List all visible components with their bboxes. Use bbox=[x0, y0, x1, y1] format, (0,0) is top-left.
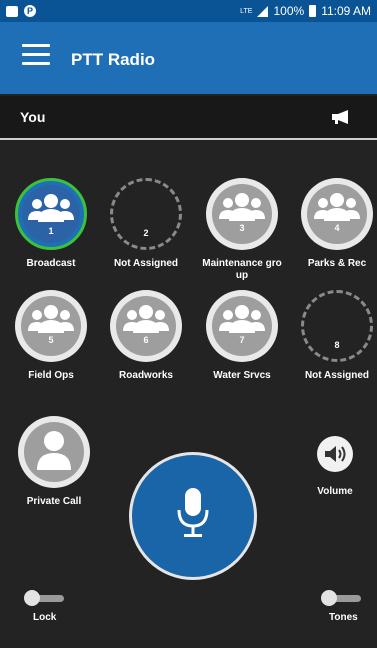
image-notification-icon bbox=[6, 5, 18, 17]
lock-toggle[interactable] bbox=[24, 590, 64, 606]
tones-label: Tones bbox=[329, 612, 358, 623]
volume-button[interactable]: Volume bbox=[305, 436, 365, 497]
person-icon bbox=[37, 431, 71, 470]
menu-icon[interactable] bbox=[22, 44, 50, 66]
signal-icon bbox=[257, 5, 269, 17]
group-number: 7 bbox=[239, 335, 245, 345]
group-avatar: 7 bbox=[206, 290, 278, 362]
group-number: 6 bbox=[143, 335, 149, 345]
network-type: LTE bbox=[240, 7, 253, 15]
group-icon bbox=[28, 194, 74, 222]
group-label: Roadworks bbox=[119, 370, 173, 381]
group-avatar-empty: 2 bbox=[110, 178, 182, 250]
you-label: You bbox=[20, 109, 46, 125]
speaker-icon bbox=[317, 436, 353, 472]
group-tile-7[interactable]: 7 Water Srvcs bbox=[197, 290, 287, 382]
status-bar: P LTE 100% 11:09 AM bbox=[0, 0, 377, 22]
group-avatar-empty: 8 bbox=[301, 290, 373, 362]
group-number: 2 bbox=[143, 228, 149, 238]
group-tile-4[interactable]: 4 Parks & Rec bbox=[292, 178, 377, 270]
group-label: Not Assigned bbox=[113, 258, 179, 269]
group-tile-8[interactable]: 8 Not Assigned bbox=[292, 290, 377, 382]
private-call-avatar bbox=[18, 416, 90, 488]
clock: 11:09 AM bbox=[321, 4, 371, 18]
group-number: 1 bbox=[48, 226, 54, 236]
private-call-label: Private Call bbox=[26, 496, 82, 507]
group-label: Field Ops bbox=[28, 370, 74, 381]
group-number: 3 bbox=[239, 223, 245, 233]
ptt-talk-button[interactable] bbox=[129, 452, 257, 580]
group-tile-5[interactable]: 5 Field Ops bbox=[6, 290, 96, 382]
group-number: 4 bbox=[334, 223, 340, 233]
group-label: Maintenance gro up bbox=[202, 258, 282, 281]
tones-toggle[interactable] bbox=[321, 590, 361, 606]
group-avatar: 6 bbox=[110, 290, 182, 362]
app-title: PTT Radio bbox=[71, 50, 156, 69]
group-avatar: 4 bbox=[301, 178, 373, 250]
group-tile-6[interactable]: 6 Roadworks bbox=[101, 290, 191, 382]
group-avatar: 3 bbox=[206, 178, 278, 250]
group-tile-2[interactable]: 2 Not Assigned bbox=[101, 178, 191, 270]
private-call-button[interactable]: Private Call bbox=[9, 416, 99, 508]
volume-label: Volume bbox=[317, 486, 353, 497]
group-label: Water Srvcs bbox=[213, 370, 271, 381]
you-row: You bbox=[0, 96, 377, 140]
group-label: Not Assigned bbox=[304, 370, 370, 381]
group-icon bbox=[123, 305, 169, 333]
group-number: 8 bbox=[334, 340, 340, 350]
group-number: 5 bbox=[48, 335, 54, 345]
megaphone-icon[interactable] bbox=[332, 110, 352, 124]
group-tile-3[interactable]: 3 Maintenance gro up bbox=[197, 178, 287, 282]
battery-icon bbox=[309, 5, 317, 17]
lock-label: Lock bbox=[33, 612, 57, 623]
group-label: Broadcast bbox=[26, 258, 76, 269]
group-avatar: 5 bbox=[15, 290, 87, 362]
group-label: Parks & Rec bbox=[307, 258, 367, 269]
group-tile-1[interactable]: 1 Broadcast bbox=[6, 178, 96, 270]
p-notification-icon: P bbox=[24, 5, 36, 17]
microphone-icon bbox=[177, 488, 209, 537]
app-bar: PTT Radio bbox=[0, 22, 377, 94]
group-icon bbox=[219, 193, 265, 221]
group-icon bbox=[314, 193, 360, 221]
group-icon bbox=[219, 305, 265, 333]
group-icon bbox=[28, 305, 74, 333]
group-avatar: 1 bbox=[15, 178, 87, 250]
battery-percent: 100% bbox=[273, 4, 305, 18]
